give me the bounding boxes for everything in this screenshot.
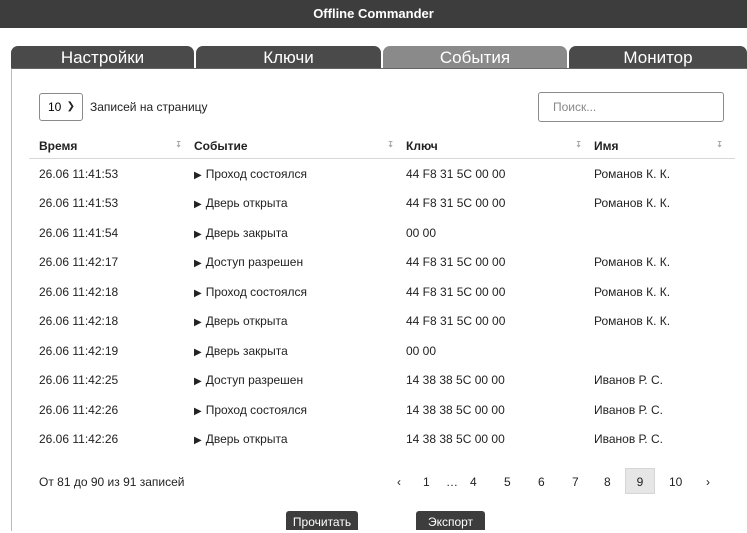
tab-monitor[interactable]: Монитор [569, 46, 747, 68]
cell-key: 14 38 38 5C 00 00 [406, 373, 505, 388]
pagination-page-10[interactable]: 10 [669, 475, 682, 489]
sort-icon: ↧ [575, 140, 582, 149]
cell-event: ▶ Проход состоялся [194, 284, 307, 299]
cell-time: 26.06 11:42:25 [39, 373, 119, 388]
cell-key: 14 38 38 5C 00 00 [406, 432, 505, 447]
pagination-next-icon[interactable]: › [706, 475, 710, 489]
cell-event: ▶ Доступ разрешен [194, 373, 304, 388]
cell-key: 44 F8 31 5C 00 00 [406, 166, 506, 181]
search-input[interactable] [538, 92, 724, 122]
cell-name: Романов К. К. [594, 166, 671, 181]
play-triangle-icon: ▶ [194, 199, 202, 211]
sort-icon: ↧ [716, 140, 723, 149]
table-row[interactable]: 26.06 11:41:53 ▶ Проход состоялся 44 F8 3… [29, 159, 735, 189]
export-button[interactable]: Экспорт [416, 511, 485, 530]
cell-event: ▶ Дверь закрыта [194, 343, 288, 358]
cell-key: 14 38 38 5C 00 00 [406, 402, 505, 417]
pagination-page-9-current[interactable]: 9 [625, 468, 655, 494]
table-row[interactable]: 26.06 11:42:17 ▶ Доступ разрешен 44 F8 31… [29, 248, 735, 278]
cell-name [594, 336, 735, 366]
cell-time: 26.06 11:42:26 [39, 432, 119, 447]
cell-key: 00 00 [406, 225, 437, 240]
cell-event: ▶ Доступ разрешен [194, 255, 304, 270]
cell-time: 26.06 11:41:54 [39, 225, 119, 240]
pagination-page-7[interactable]: 7 [572, 475, 579, 489]
column-header-key[interactable]: Ключ ↧ [406, 133, 594, 159]
pagination-page-4[interactable]: 4 [470, 475, 477, 489]
cell-time: 26.06 11:42:17 [39, 255, 119, 270]
tab-settings[interactable]: Настройки [11, 46, 194, 68]
cell-time: 26.06 11:41:53 [39, 196, 119, 211]
table-row[interactable]: 26.06 11:41:54 ▶ Дверь закрыта 00 00 [29, 218, 735, 248]
play-triangle-icon: ▶ [194, 435, 202, 447]
play-triangle-icon: ▶ [194, 405, 202, 417]
cell-key: 44 F8 31 5C 00 00 [406, 255, 506, 270]
cell-key: 44 F8 31 5C 00 00 [406, 196, 506, 211]
cell-event: ▶ Дверь открыта [194, 196, 288, 211]
chevron-down-icon: ❯ [66, 101, 75, 112]
app-title: Offline Commander [0, 0, 747, 28]
cell-name: Романов К. К. [594, 314, 671, 329]
table-row[interactable]: 26.06 11:41:53 ▶ Дверь открыта 44 F8 31 5… [29, 189, 735, 219]
table-row[interactable]: 26.06 11:42:18 ▶ Дверь открыта 44 F8 31 5… [29, 307, 735, 337]
table-row[interactable]: 26.06 11:42:25 ▶ Доступ разрешен 14 38 38… [29, 366, 735, 396]
cell-key: 00 00 [406, 343, 437, 358]
table-info: От 81 до 90 из 91 записей [39, 475, 185, 489]
cell-name: Романов К. К. [594, 196, 671, 211]
play-triangle-icon: ▶ [194, 346, 202, 358]
cell-event: ▶ Проход состоялся [194, 166, 307, 181]
read-button[interactable]: Прочитать [286, 511, 358, 530]
column-header-event[interactable]: Событие ↧ [194, 133, 406, 159]
pagination-prev-icon[interactable]: ‹ [397, 475, 401, 489]
pagination-page-6[interactable]: 6 [538, 475, 545, 489]
play-triangle-icon: ▶ [194, 317, 202, 329]
cell-name [594, 218, 735, 248]
cell-name: Романов К. К. [594, 284, 671, 299]
pagination-page-1[interactable]: 1 [423, 475, 430, 489]
play-triangle-icon: ▶ [194, 228, 202, 240]
table-row[interactable]: 26.06 11:42:26 ▶ Дверь открыта 14 38 38 5… [29, 425, 735, 455]
page-size-label: Записей на страницу [90, 100, 208, 114]
tab-keys[interactable]: Ключи [196, 46, 381, 68]
cell-time: 26.06 11:42:26 [39, 402, 119, 417]
cell-event: ▶ Дверь открыта [194, 432, 288, 447]
table-row[interactable]: 26.06 11:42:19 ▶ Дверь закрыта 00 00 [29, 336, 735, 366]
cell-time: 26.06 11:42:18 [39, 284, 119, 299]
page-size-select[interactable]: 10 ❯ [39, 93, 83, 121]
cell-event: ▶ Дверь открыта [194, 314, 288, 329]
sort-icon: ↧ [387, 140, 394, 149]
pagination-ellipsis: … [446, 475, 458, 489]
cell-name: Иванов Р. С. [594, 373, 663, 388]
play-triangle-icon: ▶ [194, 376, 202, 388]
page-size-value: 10 [48, 100, 62, 114]
cell-time: 26.06 11:42:18 [39, 314, 119, 329]
cell-event: ▶ Проход состоялся [194, 402, 307, 417]
cell-name: Романов К. К. [594, 255, 671, 270]
cell-time: 26.06 11:42:19 [39, 343, 119, 358]
table-row[interactable]: 26.06 11:42:26 ▶ Проход состоялся 14 38 3… [29, 395, 735, 425]
cell-key: 44 F8 31 5C 00 00 [406, 314, 506, 329]
sort-icon: ↧ [175, 140, 182, 149]
tab-events[interactable]: События [383, 46, 567, 68]
play-triangle-icon: ▶ [194, 287, 202, 299]
pagination-page-8[interactable]: 8 [604, 475, 611, 489]
pagination-page-5[interactable]: 5 [504, 475, 511, 489]
events-table: Время ↧ Событие ↧ Ключ ↧ Имя ↧ 26.06 11:41:5… [29, 133, 735, 454]
tab-bar: Настройки Ключи События Монитор [11, 46, 747, 68]
play-triangle-icon: ▶ [194, 258, 202, 270]
column-header-name[interactable]: Имя ↧ [594, 133, 735, 159]
table-header-row: Время ↧ Событие ↧ Ключ ↧ Имя ↧ [29, 133, 735, 159]
cell-name: Иванов Р. С. [594, 402, 663, 417]
cell-name: Иванов Р. С. [594, 432, 663, 447]
table-row[interactable]: 26.06 11:42:18 ▶ Проход состоялся 44 F8 3… [29, 277, 735, 307]
play-triangle-icon: ▶ [194, 169, 202, 181]
column-header-time[interactable]: Время ↧ [29, 133, 194, 159]
cell-event: ▶ Дверь закрыта [194, 225, 288, 240]
cell-time: 26.06 11:41:53 [39, 166, 119, 181]
cell-key: 44 F8 31 5C 00 00 [406, 284, 506, 299]
